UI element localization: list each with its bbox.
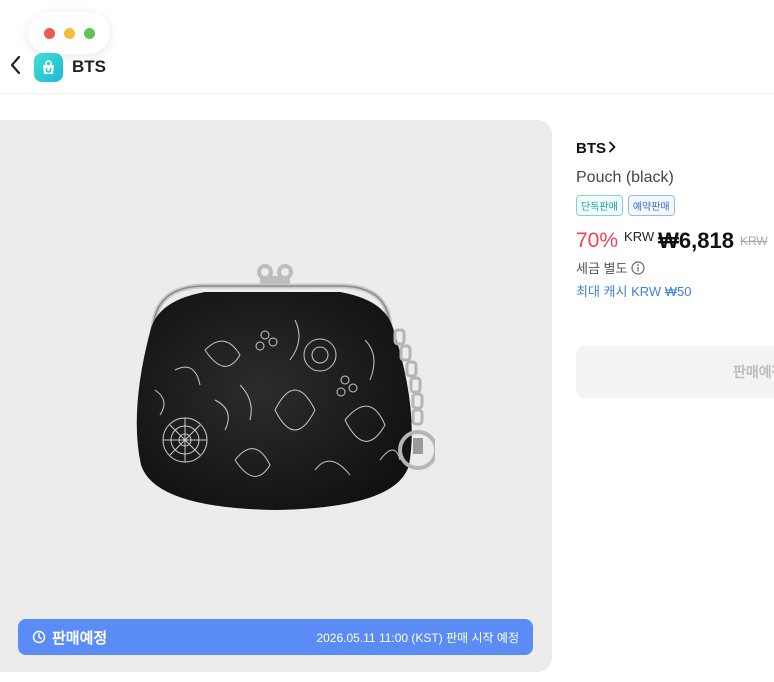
- tax-note-row: 세금 별도: [576, 258, 774, 277]
- product-image-panel: 판매예정 2026.05.11 11:00 (KST) 판매 시작 예정: [0, 120, 552, 672]
- app-header: BTS: [0, 44, 774, 94]
- tax-note: 세금 별도: [576, 261, 628, 276]
- brand-link[interactable]: BTS: [576, 140, 774, 157]
- currency-label: KRW: [624, 229, 655, 244]
- sale-status-bar: 판매예정 2026.05.11 11:00 (KST) 판매 시작 예정: [18, 619, 533, 655]
- info-icon[interactable]: [631, 260, 646, 275]
- close-window-button[interactable]: [43, 27, 55, 39]
- app-title: BTS: [72, 57, 106, 76]
- buy-button[interactable]: 판매예정: [576, 346, 774, 398]
- badge-list: 단독판매 예약판매: [576, 195, 774, 216]
- chevron-left-icon: [9, 55, 21, 80]
- sale-status-label: 판매예정: [52, 629, 108, 647]
- price-row: 70% KRW ₩6,818 KRW: [576, 228, 774, 254]
- back-button[interactable]: [4, 54, 26, 80]
- sale-start-date: 2026.05.11 11:00 (KST) 판매 시작 예정: [316, 630, 519, 645]
- product-name: Pouch (black): [576, 169, 674, 186]
- exclusive-badge: 단독판매: [576, 195, 623, 216]
- product-image: [136, 264, 435, 510]
- brand-name: BTS: [576, 140, 606, 157]
- preorder-badge: 예약판매: [627, 195, 675, 216]
- chevron-right-icon: [608, 140, 616, 157]
- original-price: KRW: [739, 234, 768, 248]
- shopping-bag-icon: [34, 53, 63, 82]
- sale-price: ₩6,818: [658, 228, 734, 253]
- discount-rate: 70%: [576, 229, 619, 252]
- max-cash-reward: 최대 캐시 KRW ₩50: [576, 284, 692, 299]
- clock-icon: [32, 630, 46, 644]
- maximize-window-button[interactable]: [83, 27, 95, 39]
- minimize-window-button[interactable]: [63, 27, 75, 39]
